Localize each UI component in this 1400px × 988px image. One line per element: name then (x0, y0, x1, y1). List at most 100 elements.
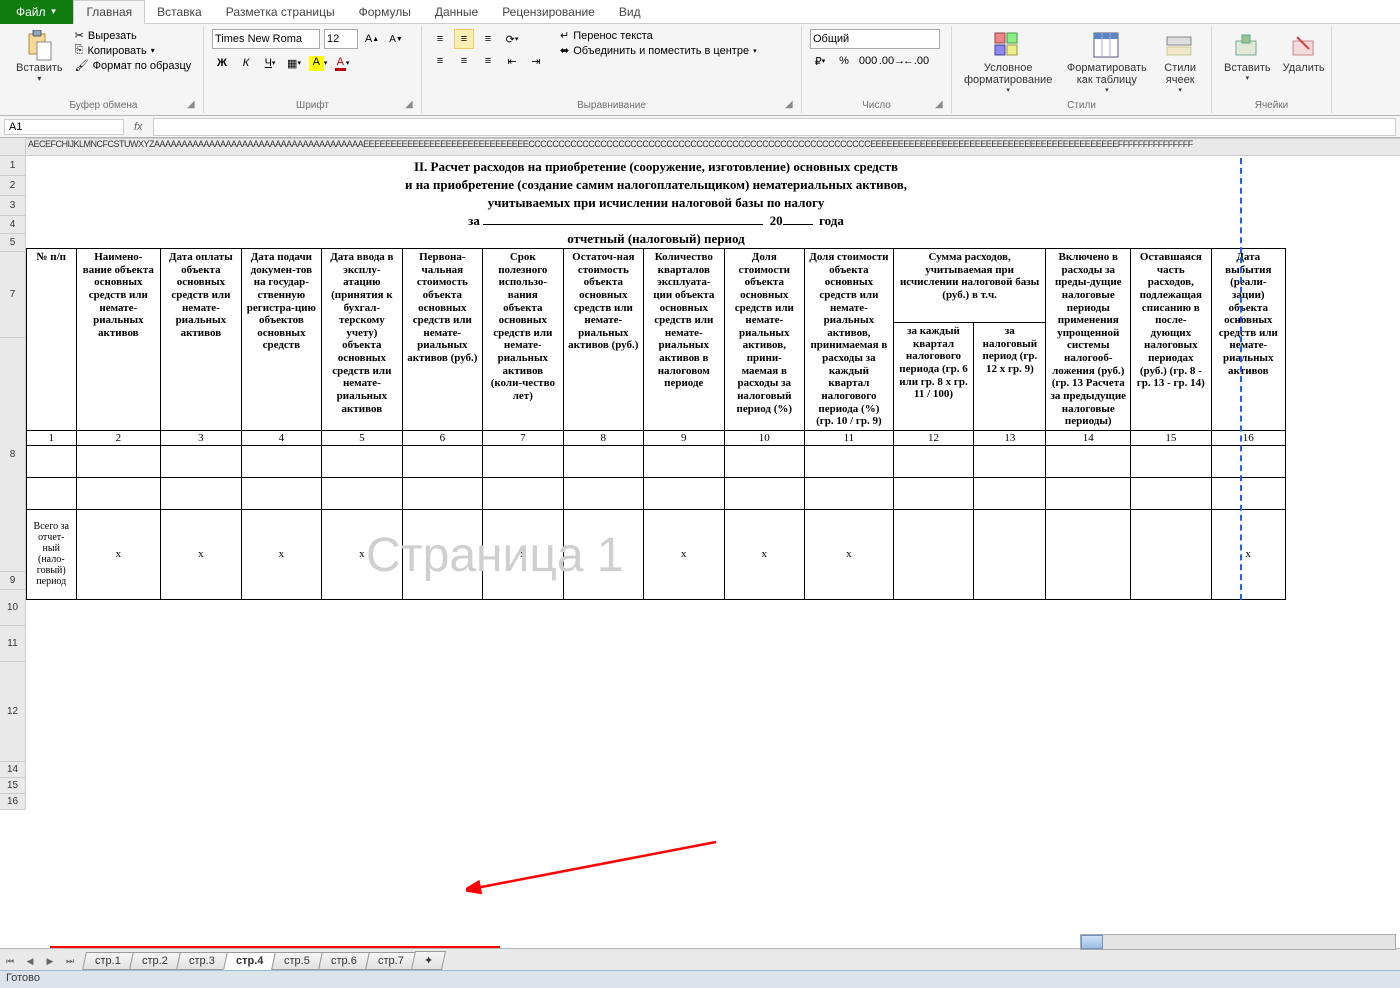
font-color-button[interactable]: A▾ (332, 53, 352, 73)
col-header-7: Срок полезного использо-вания объекта ос… (483, 249, 563, 431)
sheet-tab-стр.2[interactable]: стр.2 (129, 952, 181, 970)
group-alignment: ≡ ≡ ≡ ⟳▾ ≡ ≡ ≡ ⇤ ⇥ ↵ Перенос текста ⬌ Об… (422, 26, 802, 113)
group-label-font: Шрифт (204, 100, 421, 111)
align-center-button[interactable]: ≡ (454, 51, 474, 71)
bold-button[interactable]: Ж (212, 53, 232, 73)
tab-home[interactable]: Главная (73, 0, 145, 24)
wrap-text-button[interactable]: ↵ Перенос текста (558, 28, 759, 43)
page-break-line (1240, 158, 1242, 600)
title-line-2: и на приобретение (создание самим налого… (27, 176, 1286, 194)
align-bottom-button[interactable]: ≡ (478, 29, 498, 49)
copy-button[interactable]: ⎘ Копировать▾ (73, 43, 194, 58)
column-headers[interactable]: AECEFCHIJKLMNCFCSTUWXYZAAAAAAAAAAAAAAAAA… (26, 138, 1400, 156)
sheet-tab-стр.6[interactable]: стр.6 (318, 952, 370, 970)
col-header-15: Оставшаяся часть расходов, подлежащая сп… (1131, 249, 1211, 431)
dialog-launcher-icon[interactable]: ◢ (935, 99, 947, 111)
cond-format-icon (992, 30, 1024, 62)
comma-button[interactable]: 000 (858, 51, 878, 71)
data-row[interactable] (27, 445, 1286, 477)
cut-button[interactable]: ✂ Вырезать (73, 28, 194, 43)
delete-cells-button[interactable]: Удалить (1277, 28, 1331, 84)
indent-increase-button[interactable]: ⇥ (526, 51, 546, 71)
italic-button[interactable]: К (236, 53, 256, 73)
scroll-thumb[interactable] (1081, 935, 1103, 949)
col-header-1: № п/п (27, 249, 77, 431)
column-number-row: 1234 5678 9101112 13141516 (27, 430, 1286, 445)
sheet-tab-стр.3[interactable]: стр.3 (176, 952, 228, 970)
group-font: A▲ A▼ Ж К Ч▾ ▦▾ A▾ A▾ Шрифт ◢ (204, 26, 422, 113)
horizontal-scrollbar[interactable] (1080, 934, 1396, 950)
decrease-decimal-button[interactable]: ←.00 (906, 51, 926, 71)
group-styles: Условное форматирование▾ Форматировать к… (952, 26, 1212, 113)
new-sheet-button[interactable]: ✦ (411, 951, 446, 970)
tab-insert[interactable]: Вставка (145, 1, 214, 23)
select-all-corner[interactable] (0, 138, 26, 156)
sheet-nav-prev[interactable]: ◀ (21, 952, 39, 970)
group-cells: Вставить▾ Удалить Ячейки (1212, 26, 1332, 113)
tab-formulas[interactable]: Формулы (347, 1, 423, 23)
shrink-font-button[interactable]: A▼ (386, 29, 406, 49)
insert-cells-button[interactable]: Вставить▾ (1218, 28, 1277, 84)
period-fields: за 20 года (27, 212, 1286, 230)
increase-decimal-button[interactable]: .00→ (882, 51, 902, 71)
orientation-button[interactable]: ⟳▾ (502, 29, 522, 49)
col-header-6: Первона-чальная стоимость объекта основн… (402, 249, 482, 431)
paste-icon (23, 30, 55, 62)
merge-center-button[interactable]: ⬌ Объединить и поместить в центре ▾ (558, 43, 759, 58)
row-headers[interactable]: 1 2 3 4 5 7 8 9 10 11 12 14 15 16 (0, 156, 26, 810)
sheet-nav-last[interactable]: ⏭ (61, 952, 79, 970)
col-header-sum: Сумма расходов, учитываемая при исчислен… (893, 249, 1046, 323)
sheet-nav-first[interactable]: ⏮ (1, 952, 19, 970)
fill-color-button[interactable]: A▾ (308, 53, 328, 73)
dialog-launcher-icon[interactable]: ◢ (405, 99, 417, 111)
currency-button[interactable]: ₽▾ (810, 51, 830, 71)
indent-decrease-button[interactable]: ⇤ (502, 51, 522, 71)
data-row[interactable] (27, 477, 1286, 509)
sheet-tab-стр.1[interactable]: стр.1 (82, 952, 134, 970)
align-top-button[interactable]: ≡ (430, 29, 450, 49)
file-tab[interactable]: Файл ▼ (0, 0, 73, 24)
col-header-5: Дата ввода в эксплу-атацию (принятия к б… (322, 249, 402, 431)
dialog-launcher-icon[interactable]: ◢ (785, 99, 797, 111)
percent-button[interactable]: % (834, 51, 854, 71)
tab-view[interactable]: Вид (607, 1, 653, 23)
total-row: Всего за отчет-ный (нало-говый) период x… (27, 509, 1286, 599)
annotation-arrow (466, 838, 726, 898)
cell-styles-button[interactable]: Стили ячеек▾ (1155, 28, 1205, 96)
scissors-icon: ✂ (75, 29, 84, 42)
fx-icon[interactable]: fx (128, 121, 149, 133)
sheet-nav-next[interactable]: ▶ (41, 952, 59, 970)
copy-icon: ⎘ (75, 44, 84, 57)
tab-data[interactable]: Данные (423, 1, 490, 23)
format-painter-button[interactable]: 🖌 Формат по образцу (73, 58, 194, 73)
grow-font-button[interactable]: A▲ (362, 29, 382, 49)
conditional-formatting-button[interactable]: Условное форматирование▾ (958, 28, 1058, 96)
group-label-alignment: Выравнивание (422, 100, 801, 111)
font-name-select[interactable] (212, 29, 320, 49)
col-header-12: за каждый квартал налогового периода (гр… (893, 323, 973, 431)
sheet-tab-стр.4[interactable]: стр.4 (223, 952, 276, 970)
tab-page-layout[interactable]: Разметка страницы (214, 1, 347, 23)
col-header-10: Доля стоимости объекта основных средств … (724, 249, 804, 431)
number-format-select[interactable] (810, 29, 940, 49)
group-clipboard: Вставить▾ ✂ Вырезать ⎘ Копировать▾ 🖌 Фор… (4, 26, 204, 113)
align-right-button[interactable]: ≡ (478, 51, 498, 71)
format-as-table-button[interactable]: Форматировать как таблицу▾ (1058, 28, 1155, 96)
font-size-select[interactable] (324, 29, 358, 49)
grid-area[interactable]: AECEFCHIJKLMNCFCSTUWXYZAAAAAAAAAAAAAAAAA… (0, 138, 1400, 918)
align-middle-button[interactable]: ≡ (454, 29, 474, 49)
col-header-8: Остаточ-ная стоимость объекта основных с… (563, 249, 643, 431)
dialog-launcher-icon[interactable]: ◢ (187, 99, 199, 111)
formula-input[interactable] (153, 118, 1396, 136)
formula-bar: fx (0, 116, 1400, 138)
col-header-9: Количество кварталов эксплуата-ции объек… (644, 249, 724, 431)
border-button[interactable]: ▦▾ (284, 53, 304, 73)
name-box[interactable] (4, 119, 124, 135)
paste-button[interactable]: Вставить▾ (10, 28, 69, 85)
align-left-button[interactable]: ≡ (430, 51, 450, 71)
sheet-tab-стр.7[interactable]: стр.7 (365, 952, 417, 970)
tab-review[interactable]: Рецензирование (490, 1, 607, 23)
underline-button[interactable]: Ч▾ (260, 53, 280, 73)
col-header-2: Наимено-вание объекта основных средств и… (76, 249, 161, 431)
sheet-tab-стр.5[interactable]: стр.5 (271, 952, 323, 970)
